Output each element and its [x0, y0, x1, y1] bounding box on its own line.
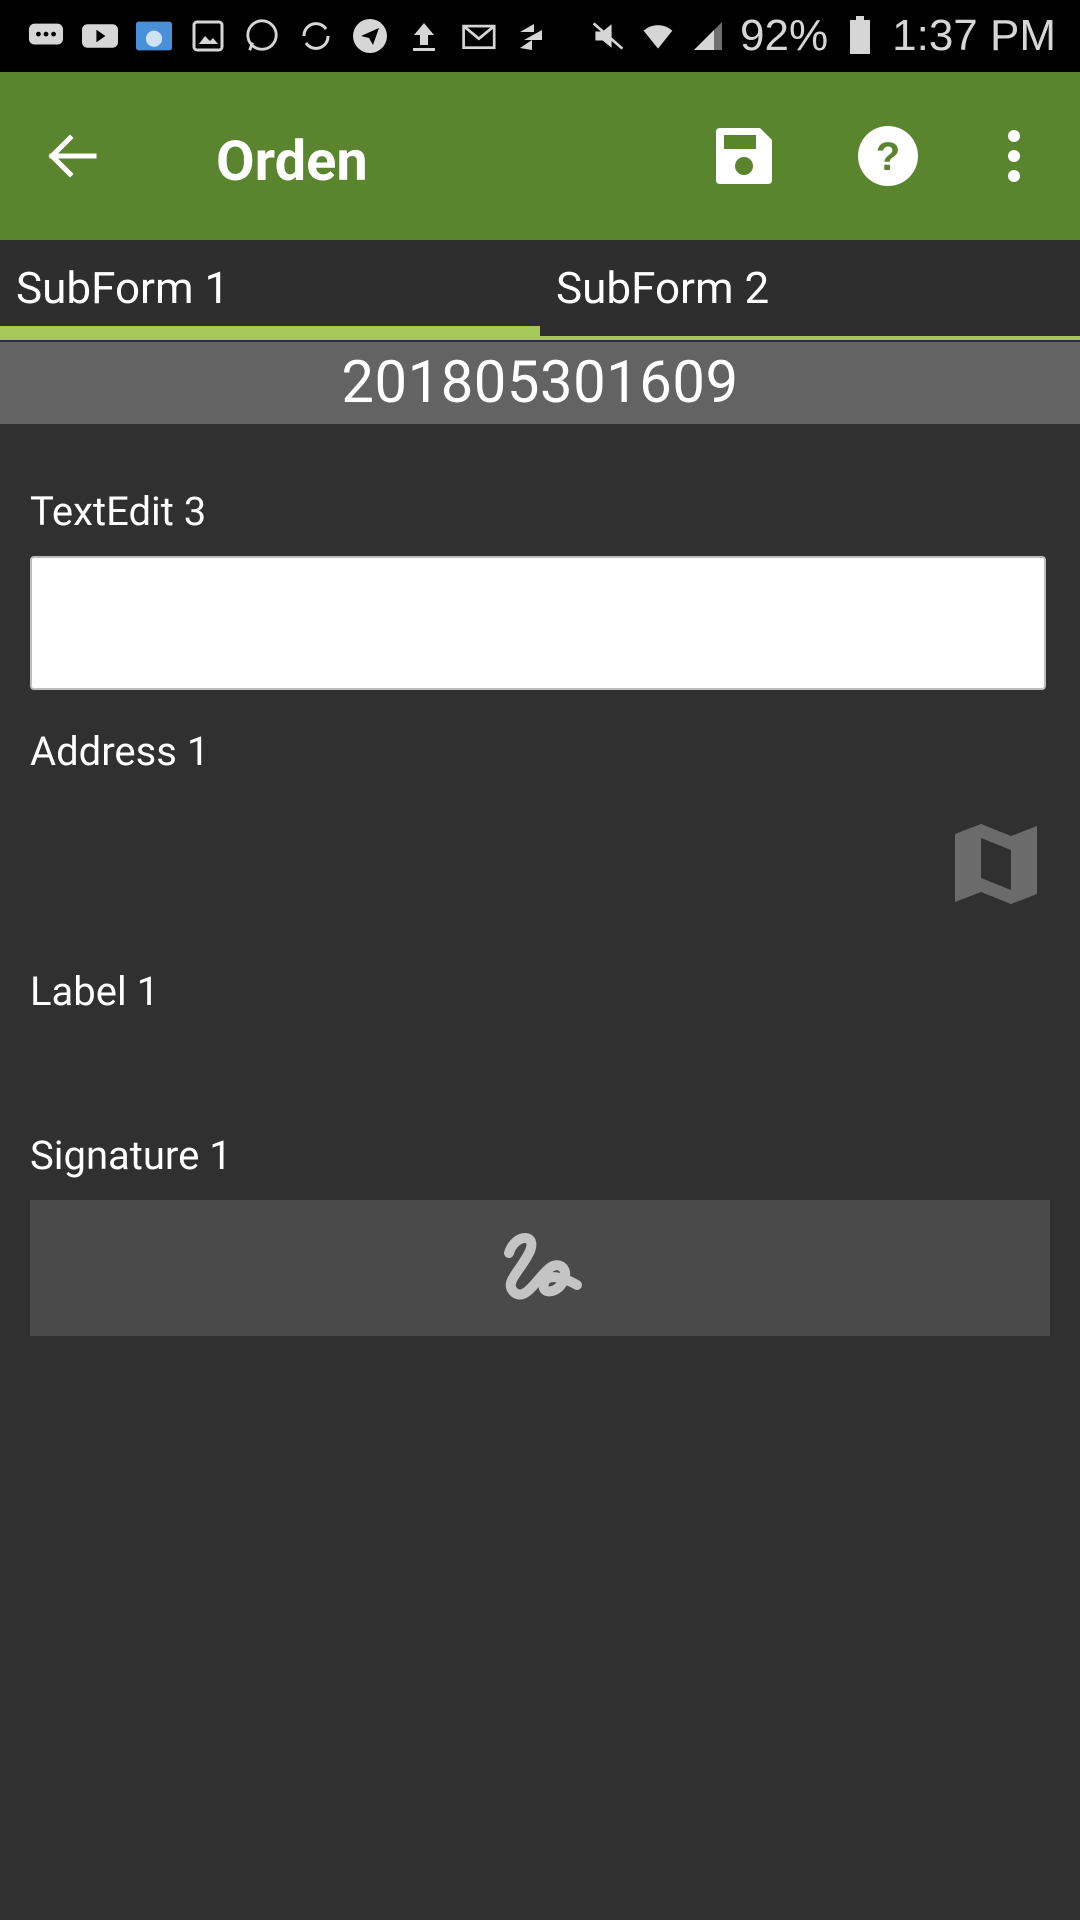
address-label: Address 1: [30, 728, 210, 775]
app-icon: [514, 18, 550, 54]
system-icons: 92% 1:37 PM: [590, 0, 1056, 72]
map-button[interactable]: [952, 820, 1040, 908]
wifi-icon: [640, 18, 676, 54]
svg-text:?: ?: [876, 135, 900, 179]
tab-underline: [540, 336, 1080, 340]
tab-label: SubForm 1: [16, 262, 230, 314]
tab-subform-1[interactable]: SubForm 1: [0, 240, 540, 340]
battery-icon: [842, 16, 878, 54]
youtube-icon: [82, 18, 118, 54]
notification-icons: [28, 18, 550, 54]
clock: 1:37 PM: [892, 11, 1056, 60]
label-1: Label 1: [30, 968, 160, 1015]
active-tab-indicator: [0, 326, 540, 340]
save-button[interactable]: [702, 114, 786, 198]
page-title: Orden: [216, 128, 368, 194]
battery-percent: 92%: [740, 11, 829, 60]
gallery-icon: [190, 18, 226, 54]
textedit-label: TextEdit 3: [30, 488, 207, 535]
help-icon: ?: [858, 126, 918, 186]
signature-label: Signature 1: [30, 1132, 232, 1179]
more-vert-icon: [1008, 130, 1020, 182]
more-options-button[interactable]: [972, 114, 1056, 198]
status-bar: 92% 1:37 PM: [0, 0, 1080, 72]
map-icon: [955, 824, 1037, 904]
mute-icon: [590, 18, 626, 54]
file-manager-icon: [136, 18, 172, 54]
whatsapp-icon: [244, 18, 280, 54]
signature-pad[interactable]: [30, 1200, 1050, 1336]
message-icon: [28, 18, 64, 54]
arrow-back-icon: [48, 134, 97, 178]
telegram-icon: [352, 18, 388, 54]
record-id-banner: 201805301609: [0, 342, 1080, 424]
gmail-icon: [460, 18, 496, 54]
back-button[interactable]: [30, 114, 114, 198]
signal-icon: [690, 18, 726, 54]
tab-label: SubForm 2: [556, 262, 770, 314]
help-button[interactable]: ?: [846, 114, 930, 198]
record-id: 201805301609: [341, 349, 739, 417]
save-icon: [716, 128, 772, 184]
app-bar: Orden ?: [0, 72, 1080, 240]
textedit-input[interactable]: [30, 556, 1046, 690]
tab-bar: SubForm 1 SubForm 2: [0, 240, 1080, 340]
upload-icon: [406, 18, 442, 54]
signature-icon: [504, 1233, 582, 1300]
sync-icon: [298, 18, 334, 54]
tab-subform-2[interactable]: SubForm 2: [540, 240, 1080, 340]
